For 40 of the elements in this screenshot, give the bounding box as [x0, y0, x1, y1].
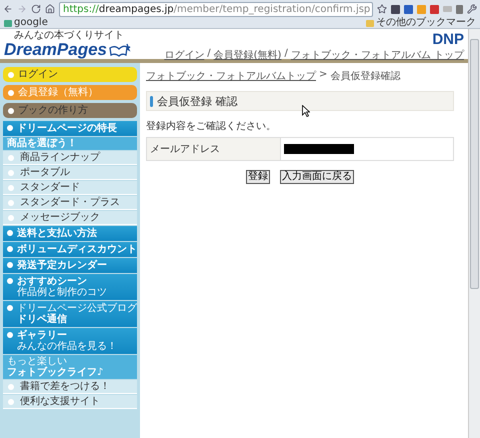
sidebar-section-link[interactable]: おすすめシーン 作品例と制作のコツ [3, 274, 137, 300]
sidebar-item[interactable]: 書籍で差をつける！ [3, 380, 137, 394]
address-bar[interactable]: https://dreampages.jp/member/temp_registration/confirm.jsp [59, 2, 373, 16]
field-label: メールアドレス [147, 138, 281, 160]
sidebar-item[interactable]: メッセージブック [3, 211, 137, 225]
header-link[interactable]: ログイン [164, 48, 204, 62]
star-icon[interactable] [377, 4, 387, 14]
breadcrumb-separator: > [319, 69, 328, 82]
header-link[interactable]: フォトブック・フォトアルバム トップ [290, 48, 464, 62]
site-logo[interactable]: DreamPages [4, 41, 108, 60]
header-link[interactable]: 会員登録(無料) [214, 48, 282, 62]
sidebar-item[interactable]: 便利な支援サイト [3, 395, 137, 409]
bookmark-link[interactable]: google [4, 18, 48, 28]
link-separator: / [207, 48, 211, 61]
section-title: 会員仮登録 確認 [146, 91, 454, 111]
wrench-icon[interactable] [467, 4, 477, 14]
breadcrumb-current: 会員仮登録確認 [330, 70, 400, 83]
sidebar-heading: 商品を選ぼう！ [3, 137, 137, 150]
brand-logo: DNP [432, 31, 464, 48]
breadcrumb-link[interactable]: フォトブック・フォトアルバムトップ [146, 69, 316, 83]
sidebar-section-link[interactable]: ドリームページ公式ブログ ドリペ通信 [3, 301, 137, 327]
link-separator: / [284, 48, 288, 61]
sidebar-section-link[interactable]: ギャラリー みんなの作品を見る！ [3, 328, 137, 354]
mouse-cursor-icon [302, 105, 310, 117]
sidebar-heading: もっと楽しい フォトブックライフ♪ [3, 355, 137, 379]
back-button[interactable]: 入力画面に戻る [280, 170, 354, 184]
register-button[interactable]: 登録 [246, 170, 270, 184]
reload-icon[interactable] [31, 4, 41, 14]
book-star-icon [109, 43, 132, 58]
instruction-text: 登録内容をご確認ください。 [146, 120, 277, 133]
back-icon[interactable] [3, 4, 13, 14]
sidebar-item[interactable]: 商品ラインナップ [3, 151, 137, 165]
sidebar-item[interactable]: スタンダード [3, 181, 137, 195]
home-icon[interactable] [45, 4, 55, 14]
redaction-block [284, 144, 354, 154]
sidebar-button[interactable]: ログイン [3, 67, 137, 82]
scrollbar-thumb[interactable] [470, 39, 479, 289]
site-tagline: みんなの本づくりサイト [14, 31, 125, 41]
sidebar-item[interactable]: スタンダード・プラス [3, 196, 137, 210]
sidebar-item[interactable]: ポータブル [3, 166, 137, 180]
